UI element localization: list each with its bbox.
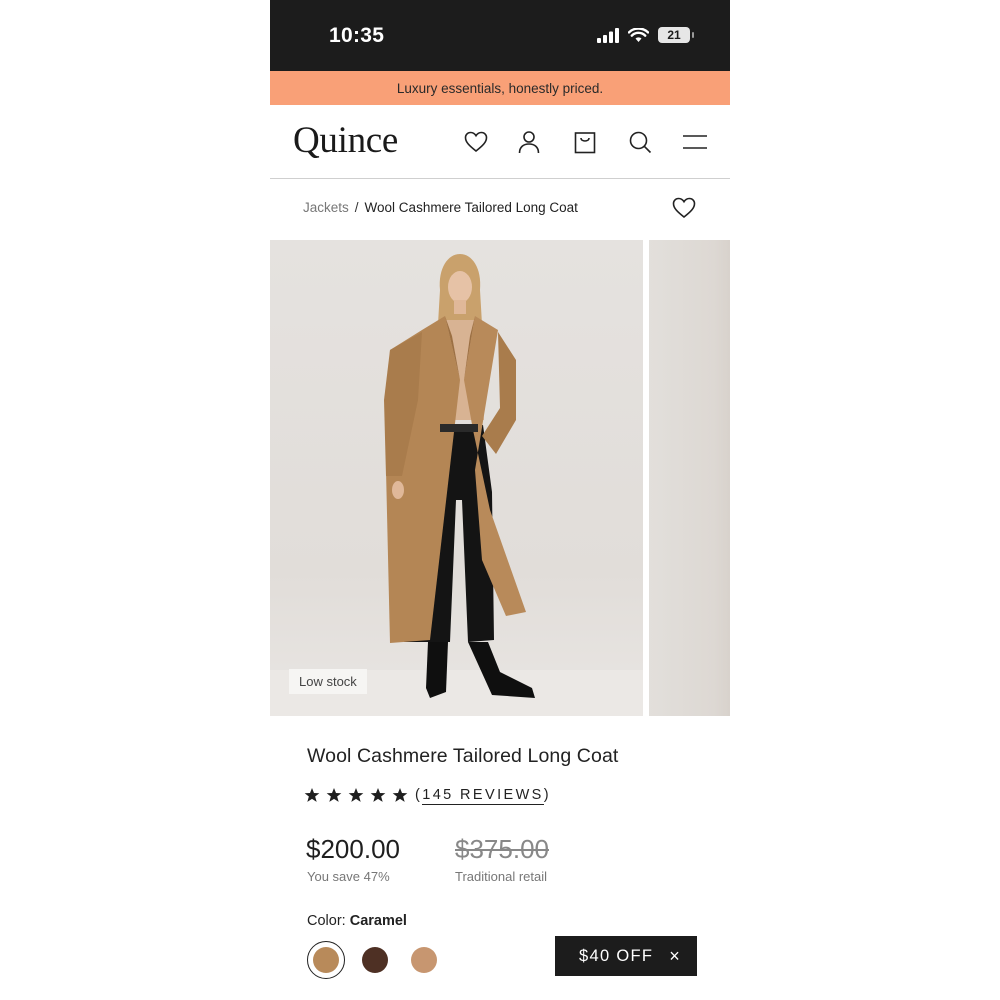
color-label: Color: Caramel bbox=[307, 913, 407, 929]
color-label-prefix: Color: bbox=[307, 913, 350, 929]
battery-icon: 21 bbox=[658, 27, 694, 43]
star-icon bbox=[326, 788, 342, 802]
heart-icon bbox=[672, 197, 696, 219]
user-icon bbox=[518, 131, 540, 154]
breadcrumb: Jackets / Wool Cashmere Tailored Long Co… bbox=[303, 200, 578, 215]
favorite-product-button[interactable] bbox=[672, 197, 696, 221]
search-button[interactable] bbox=[627, 129, 653, 155]
star-icon bbox=[392, 788, 408, 802]
offer-label: $40 OFF bbox=[579, 946, 654, 965]
savings-text: You save 47% bbox=[307, 869, 390, 884]
menu-icon bbox=[683, 135, 707, 149]
breadcrumb-current: Wool Cashmere Tailored Long Coat bbox=[364, 200, 578, 215]
breadcrumb-separator: / bbox=[354, 200, 359, 215]
status-time: 10:35 bbox=[329, 24, 385, 47]
heart-icon bbox=[464, 131, 488, 153]
swatch-brown[interactable] bbox=[362, 947, 388, 973]
wifi-icon bbox=[628, 27, 649, 42]
site-header: Quince bbox=[270, 105, 730, 179]
model-figure bbox=[384, 254, 535, 698]
reviews-count[interactable]: (145 REVIEWS) bbox=[415, 787, 551, 805]
product-image-next[interactable] bbox=[649, 240, 730, 716]
search-icon bbox=[629, 131, 651, 153]
low-stock-badge: Low stock bbox=[289, 669, 367, 694]
swatch-caramel[interactable] bbox=[313, 947, 339, 973]
color-name: Caramel bbox=[349, 913, 407, 929]
menu-button[interactable] bbox=[683, 129, 707, 155]
star-icon bbox=[370, 788, 386, 802]
reviews-link[interactable]: 145 REVIEWS bbox=[422, 787, 544, 805]
logo[interactable]: Quince bbox=[293, 119, 398, 162]
account-button[interactable] bbox=[516, 129, 542, 155]
status-bar: 10:35 21 bbox=[270, 0, 730, 71]
retail-label: Traditional retail bbox=[455, 869, 548, 884]
bag-icon bbox=[574, 132, 596, 154]
close-icon[interactable]: × bbox=[669, 947, 681, 965]
offer-banner[interactable]: $40 OFF × bbox=[555, 936, 697, 976]
product-price: $200.00 bbox=[306, 834, 400, 864]
promo-banner[interactable]: Luxury essentials, honestly priced. bbox=[270, 71, 730, 105]
phone-screen: 10:35 21 Luxury essentials, honestly pri… bbox=[270, 0, 730, 1000]
product-rating[interactable]: (145 REVIEWS) bbox=[304, 787, 551, 805]
reviews-close-paren: ) bbox=[543, 787, 551, 803]
product-title: Wool Cashmere Tailored Long Coat bbox=[307, 745, 619, 767]
cart-button[interactable] bbox=[572, 129, 598, 155]
breadcrumb-jackets[interactable]: Jackets bbox=[303, 200, 349, 215]
wishlist-button[interactable] bbox=[463, 129, 489, 155]
swatch-camel[interactable] bbox=[411, 947, 437, 973]
retail-price: $375.00 bbox=[455, 834, 549, 864]
status-icons: 21 bbox=[597, 27, 694, 43]
product-image[interactable]: Low stock bbox=[270, 240, 643, 716]
star-icon bbox=[304, 788, 320, 802]
star-icon bbox=[348, 788, 364, 802]
signal-icon bbox=[597, 27, 619, 43]
